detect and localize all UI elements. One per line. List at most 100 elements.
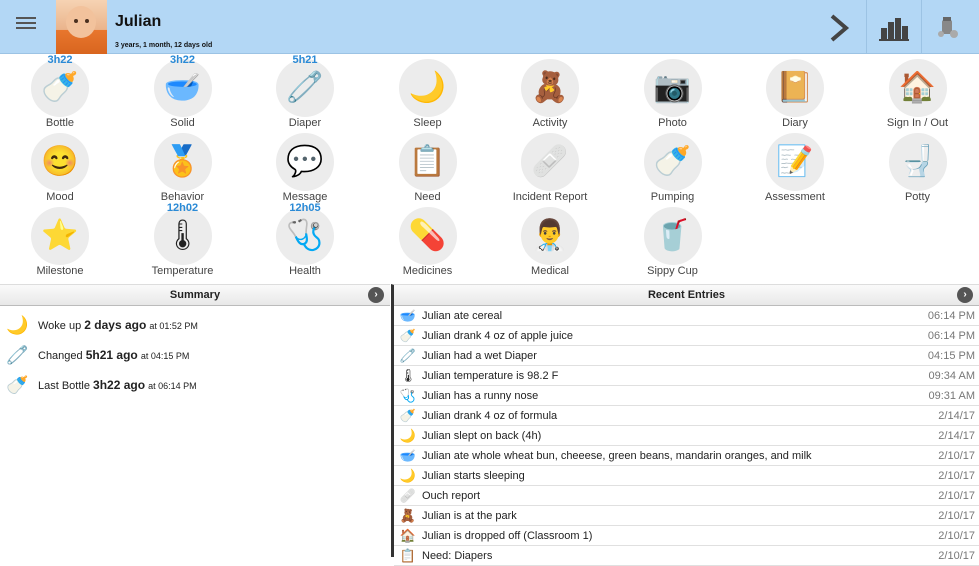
recent-entry-row[interactable]: 🧷 Julian had a wet Diaper 04:15 PM (394, 346, 979, 366)
entry-time: 2/10/17 (938, 550, 975, 562)
tile-mood[interactable]: 😊 Mood (0, 129, 120, 203)
tile-timer: 5h21 (292, 54, 318, 66)
entry-time: 06:14 PM (927, 330, 975, 342)
top-bar: Julian 3 years, 1 month, 12 days old (0, 0, 979, 54)
action-grid: 🍼 3h22 Bottle 🥣 3h22 Solid 🧷 5h21 Diaper 🌙 Sleep 🧸 A… (0, 54, 979, 283)
recent-entry-row[interactable]: 🏠 Julian is dropped off (Classroom 1) 2/10… (394, 526, 979, 546)
tile-bottle[interactable]: 🍼 3h22 Bottle (0, 54, 120, 129)
recent-entry-row[interactable]: 🍼 Julian drank 4 oz of apple juice 06:14 P… (394, 326, 979, 346)
tile-potty[interactable]: 🚽 Potty (858, 129, 978, 203)
entry-text: Julian temperature is 98.2 F (422, 370, 559, 382)
tile-activity[interactable]: 🧸 Activity (490, 55, 610, 129)
tile-health[interactable]: 🩺 12h05 Health (245, 202, 365, 277)
tile-icon: 📷 (653, 71, 692, 104)
entry-time: 2/10/17 (938, 530, 975, 542)
bar-chart-icon[interactable] (868, 12, 912, 44)
child-avatar[interactable] (56, 0, 107, 54)
tile-label: Milestone (36, 265, 84, 277)
recent-title: Recent Entries (647, 289, 726, 301)
tile-label: Bottle (45, 117, 75, 129)
summary-row: 🧷 Changed 5h21 ago at 04:15 PM (0, 340, 390, 370)
tile-icon: 🌙 (408, 71, 447, 104)
tile-need[interactable]: 📋 Need (368, 129, 488, 203)
entry-text: Ouch report (422, 490, 481, 502)
tile-sign-in-out[interactable]: 🏠 Sign In / Out (858, 55, 978, 129)
tile-sippy-cup[interactable]: 🥤 Sippy Cup (613, 203, 733, 277)
tile-icon: 🏠 (898, 71, 937, 104)
entry-time: 09:34 AM (928, 370, 975, 382)
recent-entry-row[interactable]: 🌡 Julian temperature is 98.2 F 09:34 AM (394, 366, 979, 386)
tile-timer: 3h22 (47, 54, 73, 66)
summary-arrow-icon[interactable]: › (368, 287, 384, 303)
tile-solid[interactable]: 🥣 3h22 Solid (123, 54, 243, 129)
tile-label: Pumping (650, 191, 695, 203)
entry-icon: 🩺 (399, 388, 417, 403)
summary-elapsed: 3h22 ago (93, 378, 146, 392)
tile-incident-report[interactable]: 🩹 Incident Report (490, 129, 610, 203)
entry-time: 06:14 PM (927, 310, 975, 322)
tile-label: Health (289, 265, 321, 277)
medication-icon[interactable] (930, 14, 966, 42)
tile-icon: ⭐ (41, 219, 79, 252)
entry-text: Julian ate whole wheat bun, cheeese, gre… (422, 450, 812, 462)
summary-prefix: Woke up (38, 320, 82, 332)
entry-icon: 🧸 (399, 508, 417, 523)
summary-elapsed: 2 days ago (84, 318, 147, 332)
recent-entry-row[interactable]: 🩺 Julian has a runny nose 09:31 AM (394, 386, 979, 406)
summary-row-icon: 🧷 (6, 345, 29, 365)
tile-medicines[interactable]: 💊 Medicines (368, 203, 488, 277)
entry-time: 2/10/17 (938, 450, 975, 462)
entry-text: Julian slept on back (4h) (422, 430, 542, 442)
tile-icon: 😊 (41, 145, 79, 178)
recent-entry-row[interactable]: 🍼 Julian drank 4 oz of formula 2/14/17 (394, 406, 979, 426)
summary-prefix: Last Bottle (38, 380, 90, 392)
chevron-right-icon[interactable] (824, 12, 854, 44)
tile-sleep[interactable]: 🌙 Sleep (368, 55, 488, 129)
tile-temperature[interactable]: 🌡 12h02 Temperature (123, 202, 243, 277)
tile-behavior[interactable]: 🏅 Behavior (123, 129, 243, 203)
tile-icon: 💊 (408, 219, 447, 252)
entry-icon: 🌙 (399, 468, 417, 483)
divider (921, 0, 922, 54)
tile-medical[interactable]: 👨‍⚕️ Medical (490, 203, 610, 277)
summary-time: at 04:15 PM (140, 351, 190, 361)
tile-icon: 📋 (408, 145, 447, 178)
summary-header: Summary › (0, 285, 390, 306)
entry-time: 09:31 AM (928, 390, 975, 402)
recent-entry-row[interactable]: 🥣 Julian ate cereal 06:14 PM (394, 306, 979, 326)
tile-icon: 🏅 (163, 145, 202, 178)
recent-entry-row[interactable]: 📋 Need: Diapers 2/10/17 (394, 546, 979, 566)
entry-text: Julian is at the park (422, 510, 517, 522)
tile-timer: 3h22 (169, 54, 196, 66)
summary-prefix: Changed (38, 350, 83, 362)
entry-icon: 🌙 (399, 428, 417, 443)
tile-icon: 🚽 (898, 145, 937, 178)
tile-assessment[interactable]: 📝 Assessment (735, 129, 855, 203)
entry-time: 2/10/17 (938, 510, 975, 522)
recent-entry-row[interactable]: 🥣 Julian ate whole wheat bun, cheeese, gr… (394, 446, 979, 466)
entry-icon: 🏠 (399, 528, 417, 543)
recent-entries-panel: Recent Entries › 🥣 Julian ate cereal 06:14… (391, 284, 979, 566)
child-name: Julian (115, 13, 162, 30)
recent-entry-row[interactable]: 🩹 Ouch report 2/10/17 (394, 486, 979, 506)
recent-entry-row[interactable]: 🧸 Julian is at the park 2/10/17 (394, 506, 979, 526)
tile-icon: 🩺 (286, 219, 324, 252)
tile-photo[interactable]: 📷 Photo (613, 55, 733, 129)
tile-message[interactable]: 💬 Message (245, 129, 365, 203)
entry-text: Julian drank 4 oz of apple juice (422, 330, 574, 342)
tile-milestone[interactable]: ⭐ Milestone (0, 203, 120, 277)
tile-diary[interactable]: 📔 Diary (735, 55, 855, 129)
tile-diaper[interactable]: 🧷 5h21 Diaper (245, 54, 365, 129)
tile-label: Sippy Cup (647, 265, 698, 277)
tile-pumping[interactable]: 🍼 Pumping (613, 129, 733, 203)
divider (866, 0, 867, 54)
tile-label: Diary (782, 117, 808, 129)
entry-icon: 🧷 (399, 348, 417, 363)
tile-label: Temperature (151, 265, 214, 277)
tile-icon: 🍼 (653, 145, 692, 178)
entry-text: Julian had a wet Diaper (422, 350, 537, 362)
recent-arrow-icon[interactable]: › (957, 287, 973, 303)
hamburger-icon[interactable] (12, 14, 40, 40)
recent-entry-row[interactable]: 🌙 Julian slept on back (4h) 2/14/17 (394, 426, 979, 446)
recent-entry-row[interactable]: 🌙 Julian starts sleeping 2/10/17 (394, 466, 979, 486)
